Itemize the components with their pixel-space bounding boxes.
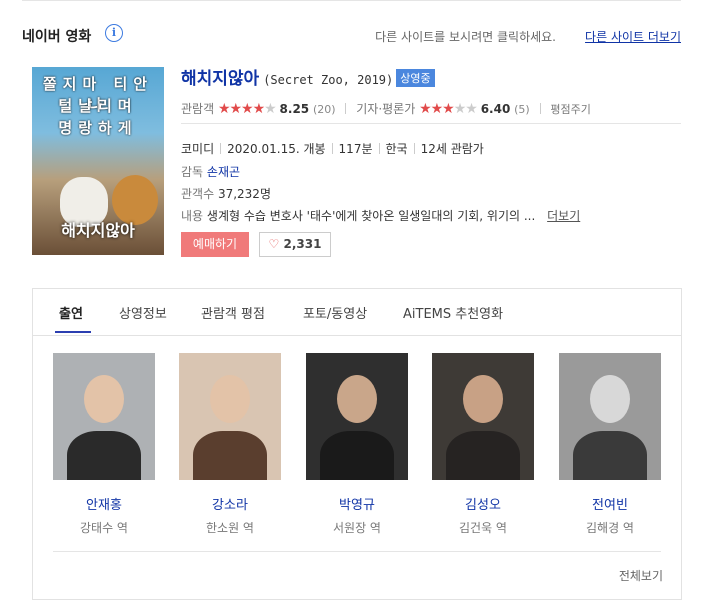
audience-count: (20): [312, 103, 336, 116]
critic-stars: ★★★★★: [419, 101, 478, 117]
cast-card[interactable]: 전여빈 김해경 역: [559, 353, 661, 536]
like-count: 2,331: [283, 237, 322, 251]
body: [320, 431, 394, 480]
body: [67, 431, 141, 480]
cast-role: 김해경 역: [586, 521, 634, 535]
cast-photo[interactable]: [559, 353, 661, 480]
cast-role: 김건욱 역: [459, 521, 507, 535]
cast-role: 한소원 역: [206, 521, 254, 535]
genre: 코미디: [181, 142, 215, 156]
tab-bar: 출연 상영정보 관람객 평점 포토/동영상 AiTEMS 추천영화: [33, 289, 681, 336]
top-divider: [22, 0, 681, 1]
cast-card[interactable]: 김성오 김건욱 역: [432, 353, 534, 536]
active-tab-indicator: [55, 331, 91, 333]
header: 네이버 영화 i 다른 사이트를 보시려면 클릭하세요. 다른 사이트 더보기: [22, 22, 681, 48]
description-text: 생계형 수습 변호사 '태수'에게 찾아온 일생일대의 기회, 위기의 ...: [206, 209, 536, 223]
separator: [220, 143, 222, 154]
cast-name[interactable]: 김성오: [432, 494, 534, 513]
more-sites-link[interactable]: 다른 사이트 더보기: [585, 28, 681, 45]
description-label: 내용: [181, 209, 204, 223]
release-date: 2020.01.15. 개봉: [227, 142, 326, 156]
cast-name[interactable]: 안재홍: [53, 494, 155, 513]
view-all-link[interactable]: 전체보기: [619, 567, 663, 584]
separator: [345, 103, 347, 114]
status-badge: 상영중: [396, 69, 435, 87]
body: [193, 431, 267, 480]
age-rating: 12세 관람가: [420, 142, 484, 156]
notice-text: 다른 사이트를 보시려면 클릭하세요.: [375, 30, 556, 44]
director-row: 감독 손재곤: [181, 163, 240, 180]
director-link[interactable]: 손재곤: [207, 165, 240, 179]
brand-title: 네이버 영화: [22, 29, 92, 45]
separator: [331, 143, 333, 154]
audience-score: 8.25: [279, 102, 310, 116]
description-more-link[interactable]: 더보기: [547, 209, 580, 223]
tab-cast[interactable]: 출연: [59, 303, 83, 322]
description-row: 내용 생계형 수습 변호사 '태수'에게 찾아온 일생일대의 기회, 위기의 .…: [181, 207, 580, 224]
critic-count: (5): [514, 103, 530, 116]
cast-photo[interactable]: [306, 353, 408, 480]
poster-tagline-3: 명랑하게: [58, 119, 138, 137]
cast-name[interactable]: 강소라: [179, 494, 281, 513]
book-button[interactable]: 예매하기: [181, 232, 249, 257]
face: [84, 375, 124, 423]
tab-audience-reviews[interactable]: 관람객 평점: [201, 303, 265, 322]
separator: [539, 103, 541, 114]
audience-label: 관람객: [181, 102, 215, 116]
cast-card[interactable]: 박영규 서원장 역: [306, 353, 408, 536]
separator: [413, 143, 415, 154]
cast-panel: 출연 상영정보 관람객 평점 포토/동영상 AiTEMS 추천영화 안재홍 강태…: [32, 288, 682, 600]
poster-tagline-2: 털날리며: [58, 97, 138, 115]
country: 한국: [385, 142, 408, 156]
audience-stars: ★★★★★: [217, 101, 277, 117]
runtime: 117분: [338, 142, 373, 156]
face: [337, 375, 377, 423]
cast-name[interactable]: 박영규: [306, 494, 408, 513]
face: [463, 375, 503, 423]
director-label: 감독: [181, 165, 204, 179]
cast-name[interactable]: 전여빈: [559, 494, 661, 513]
like-button[interactable]: ♡ 2,331: [259, 232, 331, 257]
separator: [378, 143, 380, 154]
review-link[interactable]: 평점주기: [550, 103, 590, 116]
body: [573, 431, 647, 480]
critic-score: 6.40: [480, 102, 511, 116]
face: [210, 375, 250, 423]
viewers-row: 관객수 37,232명: [181, 185, 271, 202]
cast-card[interactable]: 안재홍 강태수 역: [53, 353, 155, 536]
critic-label: 기자·평론가: [356, 102, 416, 116]
cast-role: 서원장 역: [333, 521, 381, 535]
body: [446, 431, 520, 480]
tab-showtimes[interactable]: 상영정보: [119, 303, 167, 322]
tab-photo-video[interactable]: 포토/동영상: [303, 303, 367, 322]
rating-row: 관람객 ★★★★★ 8.25 (20) 기자·평론가 ★★★★★ 6.40 (5…: [181, 100, 591, 117]
cast-photo[interactable]: [53, 353, 155, 480]
tab-aitems-recommend[interactable]: AiTEMS 추천영화: [403, 303, 503, 322]
original-title: (Secret Zoo, 2019): [263, 73, 394, 87]
movie-title[interactable]: 해치지않아: [181, 69, 259, 89]
rating-divider: [181, 123, 681, 124]
viewers-label: 관객수: [181, 187, 215, 201]
cast-photo[interactable]: [432, 353, 534, 480]
movie-poster[interactable]: 쫄지마 티안나 털날리며 명랑하게 해치지않아: [32, 67, 164, 255]
cast-photo[interactable]: [179, 353, 281, 480]
heart-icon: ♡: [268, 237, 280, 251]
cast-divider: [53, 551, 661, 552]
poster-title: 해치지않아: [61, 221, 135, 240]
viewers-count: 37,232명: [217, 187, 271, 201]
cast-card[interactable]: 강소라 한소원 역: [179, 353, 281, 536]
spec-row: 코미디 2020.01.15. 개봉 117분 한국 12세 관람가: [181, 140, 484, 157]
cast-role: 강태수 역: [80, 521, 128, 535]
info-icon[interactable]: i: [105, 24, 123, 42]
face: [590, 375, 630, 423]
